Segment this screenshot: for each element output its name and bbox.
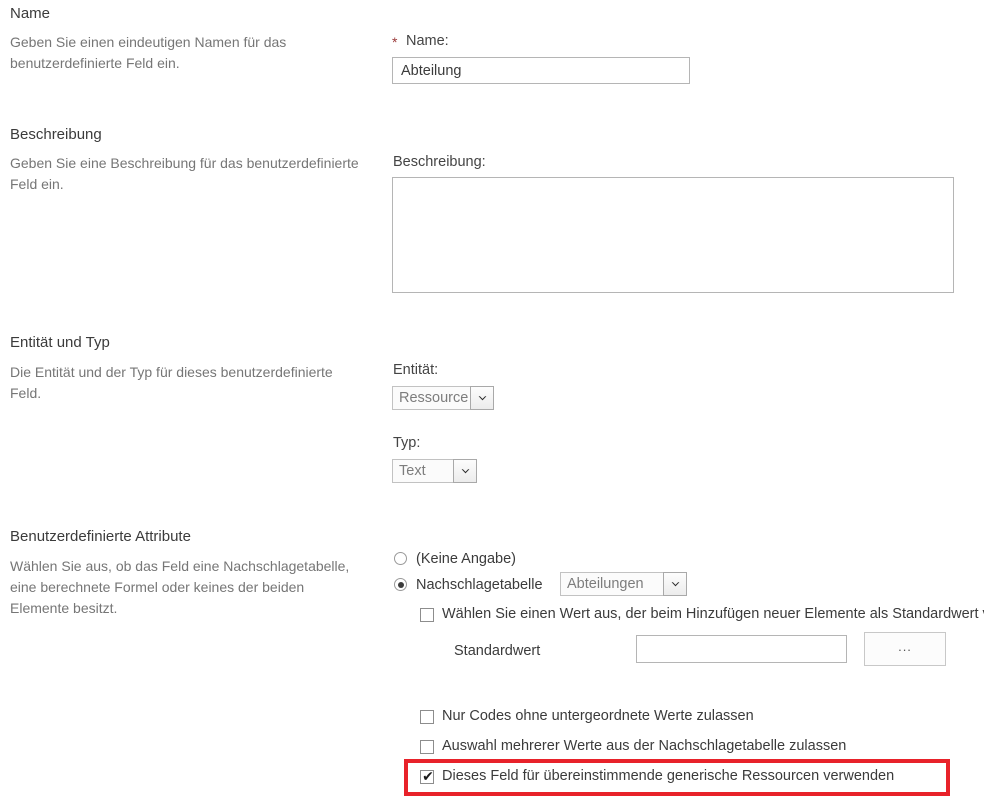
default-value-label: Standardwert — [454, 643, 541, 659]
checkbox-generic-resources-label: Dieses Feld für übereinstimmende generis… — [442, 768, 895, 784]
section-description-name: Geben Sie einen eindeutigen Namen für da… — [10, 34, 287, 71]
name-field-label: Name: — [406, 33, 449, 49]
checkmark-icon: ✔ — [422, 769, 434, 785]
description-field-label: Beschreibung: — [393, 154, 486, 170]
checkbox-generic-resources[interactable]: ✔ — [420, 769, 434, 785]
radio-no-selection-label: (Keine Angabe) — [416, 551, 516, 567]
name-input[interactable] — [392, 57, 690, 84]
default-value-input[interactable] — [636, 635, 847, 663]
radio-lookup-table[interactable] — [394, 578, 407, 591]
default-value-browse-button[interactable]: ... — [864, 632, 946, 666]
chevron-down-icon[interactable] — [453, 459, 477, 483]
section-title-description: Beschreibung — [10, 126, 102, 143]
section-title-entity-type: Entität und Typ — [10, 334, 110, 351]
lookup-table-select-value: Abteilungen — [567, 576, 644, 592]
section-description-description: Geben Sie eine Beschreibung für das benu… — [10, 155, 359, 192]
section-title-custom-attributes: Benutzerdefinierte Attribute — [10, 528, 191, 545]
custom-field-form: Name Geben Sie einen eindeutigen Namen f… — [0, 0, 984, 801]
section-description-entity-type: Die Entität und der Typ für dieses benut… — [10, 364, 333, 401]
type-field-label: Typ: — [393, 435, 421, 451]
entity-select[interactable]: Ressource — [392, 386, 494, 410]
checkbox-use-default-value-label: Wählen Sie einen Wert aus, der beim Hinz… — [442, 606, 984, 622]
section-description-custom-attributes: Wählen Sie aus, ob das Feld eine Nachsch… — [10, 558, 350, 616]
description-textarea[interactable] — [392, 177, 954, 293]
checkbox-multiple-values[interactable] — [420, 740, 434, 754]
section-title-name: Name — [10, 5, 51, 22]
chevron-down-icon[interactable] — [663, 572, 687, 596]
type-select[interactable]: Text — [392, 459, 477, 483]
entity-select-value: Ressource — [399, 390, 469, 406]
checkbox-multiple-values-label: Auswahl mehrerer Werte aus der Nachschla… — [442, 738, 847, 754]
lookup-table-select[interactable]: Abteilungen — [560, 572, 687, 596]
chevron-down-icon[interactable] — [470, 386, 494, 410]
radio-no-selection[interactable] — [394, 552, 407, 565]
checkbox-use-default-value[interactable] — [420, 608, 434, 622]
radio-lookup-table-label: Nachschlagetabelle — [416, 577, 543, 593]
required-marker-icon: * — [392, 34, 398, 50]
checkbox-codes-only[interactable] — [420, 710, 434, 724]
checkbox-codes-only-label: Nur Codes ohne untergeordnete Werte zula… — [442, 708, 754, 724]
type-select-value: Text — [399, 463, 426, 479]
entity-field-label: Entität: — [393, 362, 439, 378]
